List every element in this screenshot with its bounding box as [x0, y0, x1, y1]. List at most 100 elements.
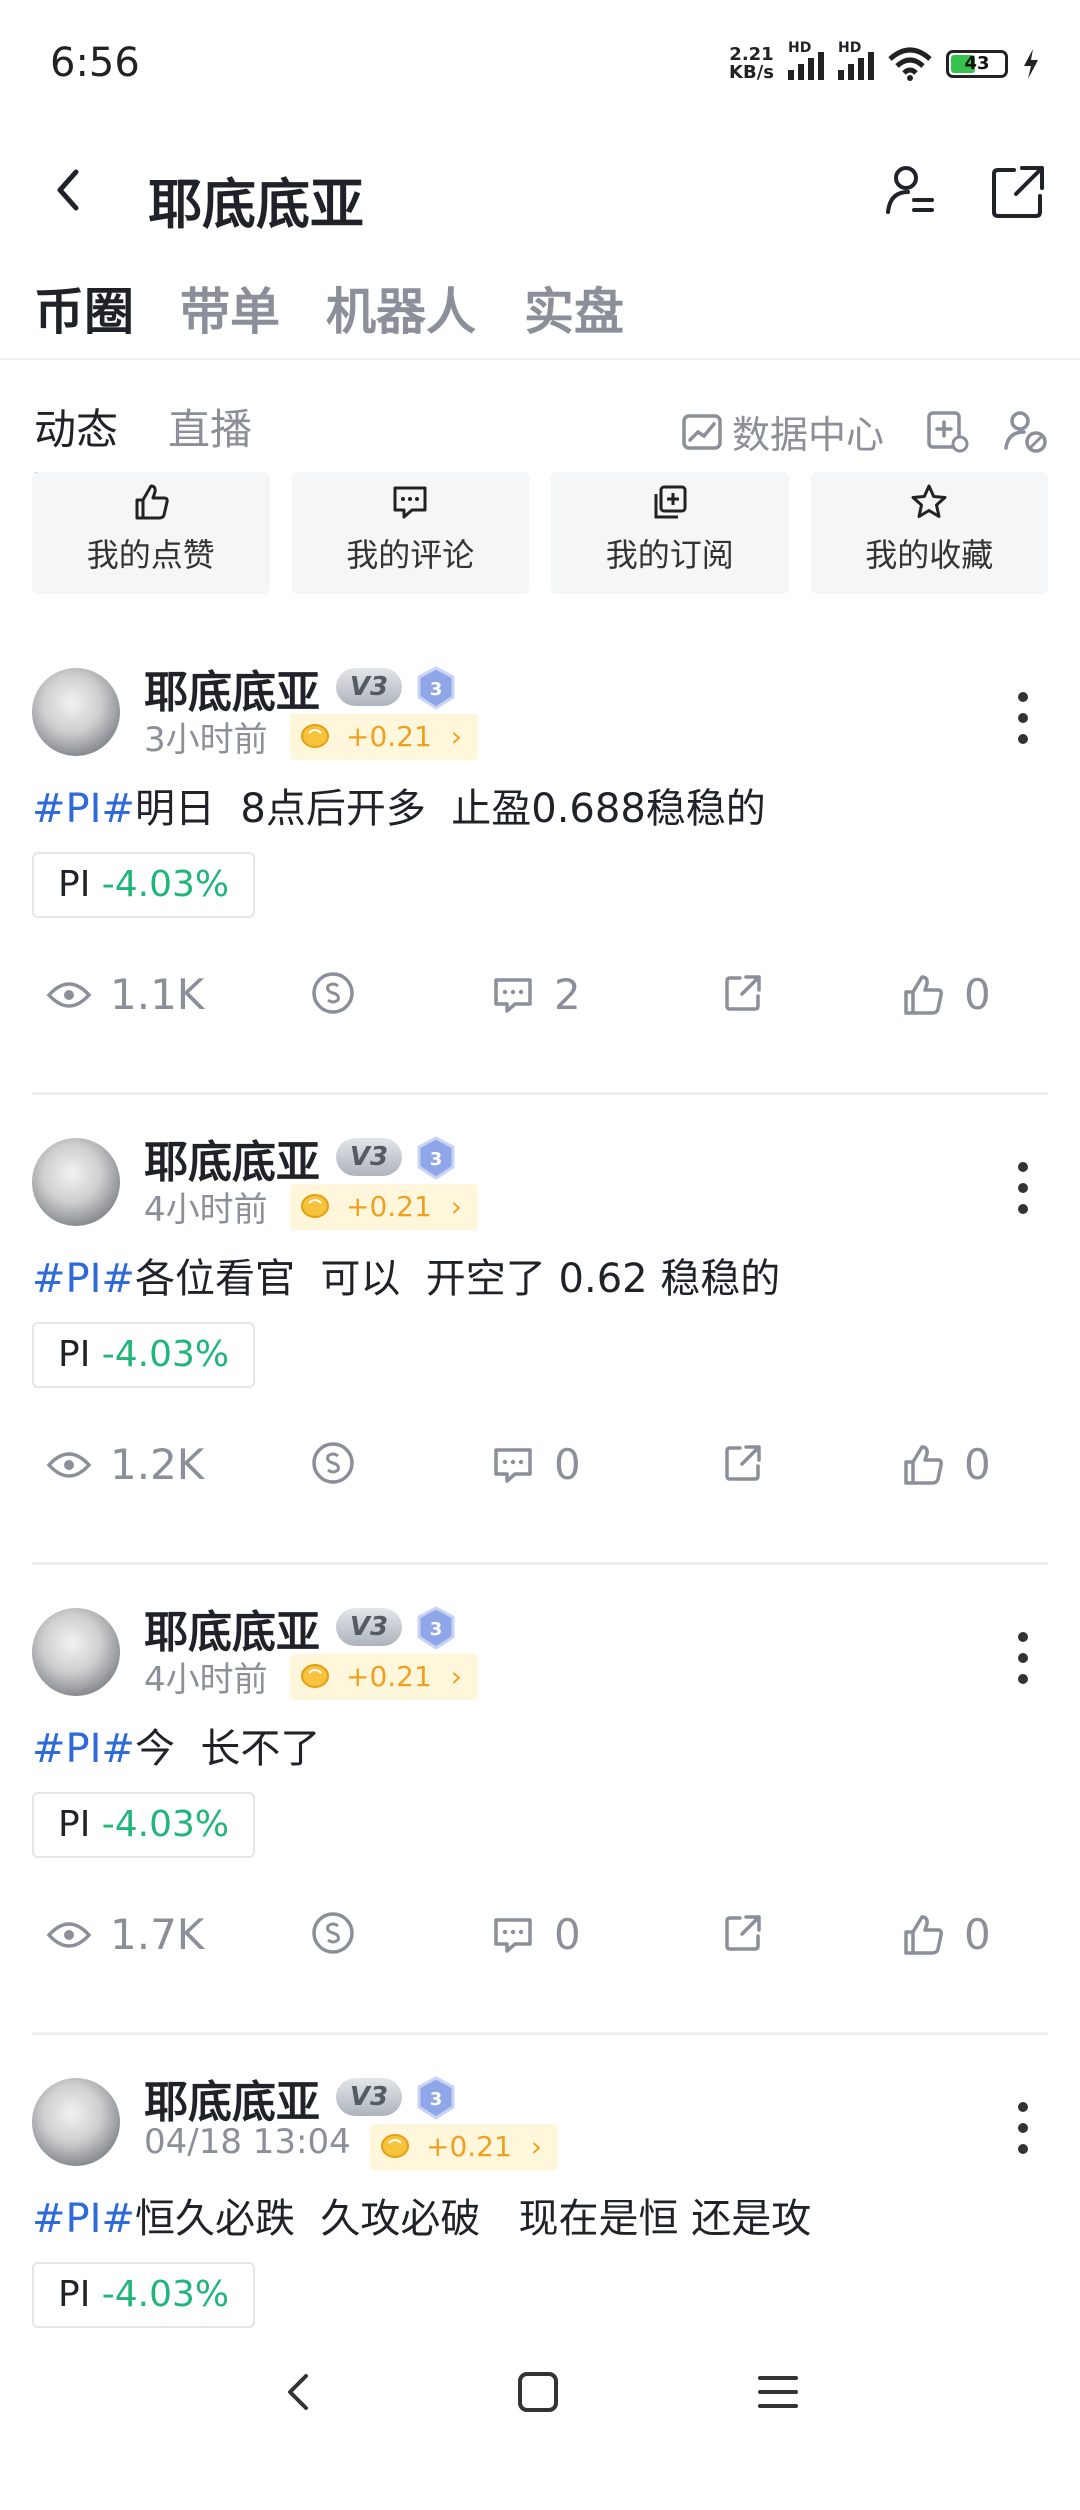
more-options-icon[interactable] [1018, 1632, 1030, 1695]
coin-chip[interactable]: PI -4.03% [32, 1322, 256, 1388]
back-arrow-icon[interactable] [40, 160, 100, 220]
tip-coin-icon [312, 1442, 354, 1484]
coin-symbol: PI [58, 1804, 91, 1845]
topic-tag[interactable]: #PI# [32, 2196, 135, 2242]
author-name[interactable]: 耶底底亚 [144, 2066, 320, 2130]
tip-button[interactable] [310, 1910, 356, 1956]
like-button[interactable]: 0 [900, 1440, 991, 1489]
system-nav-bar [0, 2340, 1080, 2460]
avatar[interactable] [32, 1138, 120, 1226]
like-button[interactable]: 0 [900, 970, 991, 1019]
author-name[interactable]: 耶底底亚 [144, 656, 320, 720]
data-center-button[interactable]: 数据中心 [680, 404, 884, 459]
my-favorites-button[interactable]: 我的收藏 [810, 472, 1048, 594]
post-text[interactable]: #PI#恒久必跌 久攻必破 现在是恒 还是攻 [32, 2186, 811, 2244]
post-card[interactable]: 耶底底亚 V3 3 4小时前 +0.21 › #PI#今 长不了 PI -4.0… [0, 1570, 1080, 2040]
author-name[interactable]: 耶底底亚 [144, 1596, 320, 1660]
avatar[interactable] [32, 668, 120, 756]
share-button[interactable] [720, 1910, 766, 1956]
avatar[interactable] [32, 1608, 120, 1696]
reward-badge[interactable]: +0.21 › [370, 2124, 558, 2170]
comments-button[interactable]: 0 [490, 1910, 581, 1959]
views-stat: 1.7K [46, 1910, 204, 1959]
my-likes-button[interactable]: 我的点赞 [32, 472, 270, 594]
post-text[interactable]: #PI#今 长不了 [32, 1716, 320, 1774]
reward-value: +0.21 [346, 1660, 432, 1693]
coin-chip[interactable]: PI -4.03% [32, 2262, 256, 2328]
user-manage-icon[interactable] [878, 160, 942, 224]
category-tabs: 币圈 带单 机器人 实盘 [0, 260, 1080, 360]
tab-feed[interactable]: 动态 [34, 396, 118, 457]
reward-badge[interactable]: +0.21 › [290, 1654, 478, 1700]
comments-button[interactable]: 2 [490, 970, 581, 1019]
signal-icon-2: HD [838, 40, 874, 80]
like-button[interactable]: 0 [900, 1910, 991, 1959]
share-button[interactable] [720, 1440, 766, 1486]
views-stat: 1.1K [46, 970, 204, 1019]
reward-badge[interactable]: +0.21 › [290, 1184, 478, 1230]
comment-icon [393, 486, 427, 519]
data-center-label: 数据中心 [732, 413, 885, 457]
tab-copy-trading[interactable]: 带单 [180, 272, 280, 344]
post-card[interactable]: 耶底底亚 V3 3 4小时前 +0.21 › #PI#各位看官 可以 开空了 0… [0, 1100, 1080, 1570]
star-icon [911, 484, 947, 518]
level-value: 3 [430, 1619, 443, 1640]
coin-chip[interactable]: PI -4.03% [32, 1792, 256, 1858]
level-badge-icon: 3 [416, 1136, 456, 1180]
share-icon[interactable] [986, 160, 1050, 224]
tab-live-trading[interactable]: 实盘 [524, 272, 624, 344]
network-speed: 2.21 KB/s [729, 46, 774, 82]
post-card[interactable]: 耶底底亚 V3 3 3小时前 +0.21 › #PI#明日 8点后开多 止盈0.… [0, 630, 1080, 1100]
battery-level: 43 [964, 53, 990, 74]
eye-icon [46, 981, 92, 1008]
my-comments-button[interactable]: 我的评论 [291, 472, 529, 594]
post-time: 04/18 13:04 [144, 2122, 351, 2162]
net-speed-unit: KB/s [729, 62, 774, 83]
coin-chip[interactable]: PI -4.03% [32, 852, 256, 918]
create-post-icon[interactable] [924, 408, 970, 454]
nav-back-icon[interactable] [270, 2362, 330, 2422]
comments-count: 0 [554, 1440, 581, 1489]
tip-button[interactable] [310, 970, 356, 1016]
post-text[interactable]: #PI#明日 8点后开多 止盈0.688稳稳的 [32, 776, 766, 834]
nav-home-icon[interactable] [508, 2362, 568, 2422]
more-options-icon[interactable] [1018, 1162, 1030, 1225]
topic-tag[interactable]: #PI# [32, 1256, 135, 1302]
page-title: 耶底底亚 [148, 173, 364, 236]
post-body: 今 长不了 [134, 1726, 321, 1772]
post-divider [32, 1562, 1048, 1565]
tip-coin-icon [312, 1912, 354, 1954]
post-stats: 1.1K 2 0 [0, 970, 1080, 1030]
tab-live[interactable]: 直播 [168, 396, 252, 457]
level-value: 3 [430, 679, 443, 700]
post-text[interactable]: #PI#各位看官 可以 开空了 0.62 稳稳的 [32, 1246, 780, 1304]
more-options-icon[interactable] [1018, 2102, 1030, 2165]
user-settings-icon[interactable] [1002, 408, 1048, 454]
author-name[interactable]: 耶底底亚 [144, 1126, 320, 1190]
coin-icon [381, 2134, 409, 2158]
chevron-right-icon: › [450, 1660, 462, 1693]
comment-icon [494, 1447, 532, 1483]
eye-icon [46, 1451, 92, 1478]
avatar[interactable] [32, 2078, 120, 2166]
topic-tag[interactable]: #PI# [32, 1726, 135, 1772]
post-body: 明日 8点后开多 止盈0.688稳稳的 [134, 786, 766, 832]
chevron-right-icon: › [450, 720, 462, 753]
reward-badge[interactable]: +0.21 › [290, 714, 478, 760]
my-subscriptions-button[interactable]: 我的订阅 [551, 472, 789, 594]
hd-label-2: HD [838, 40, 862, 56]
comments-button[interactable]: 0 [490, 1440, 581, 1489]
price-change: -4.03% [101, 1804, 230, 1845]
reward-value: +0.21 [346, 1190, 432, 1223]
tip-button[interactable] [310, 1440, 356, 1486]
share-button[interactable] [720, 970, 766, 1016]
tab-robot[interactable]: 机器人 [326, 272, 476, 344]
likes-count: 0 [964, 1440, 991, 1489]
quick-actions: 我的点赞 我的评论 我的订阅 我的收藏 [32, 472, 1048, 594]
nav-menu-icon[interactable] [748, 2362, 808, 2422]
subscribe-icon [654, 485, 687, 519]
topic-tag[interactable]: #PI# [32, 786, 135, 832]
views-stat: 1.2K [46, 1440, 204, 1489]
more-options-icon[interactable] [1018, 692, 1030, 755]
tab-coin-circle[interactable]: 币圈 [34, 272, 134, 344]
